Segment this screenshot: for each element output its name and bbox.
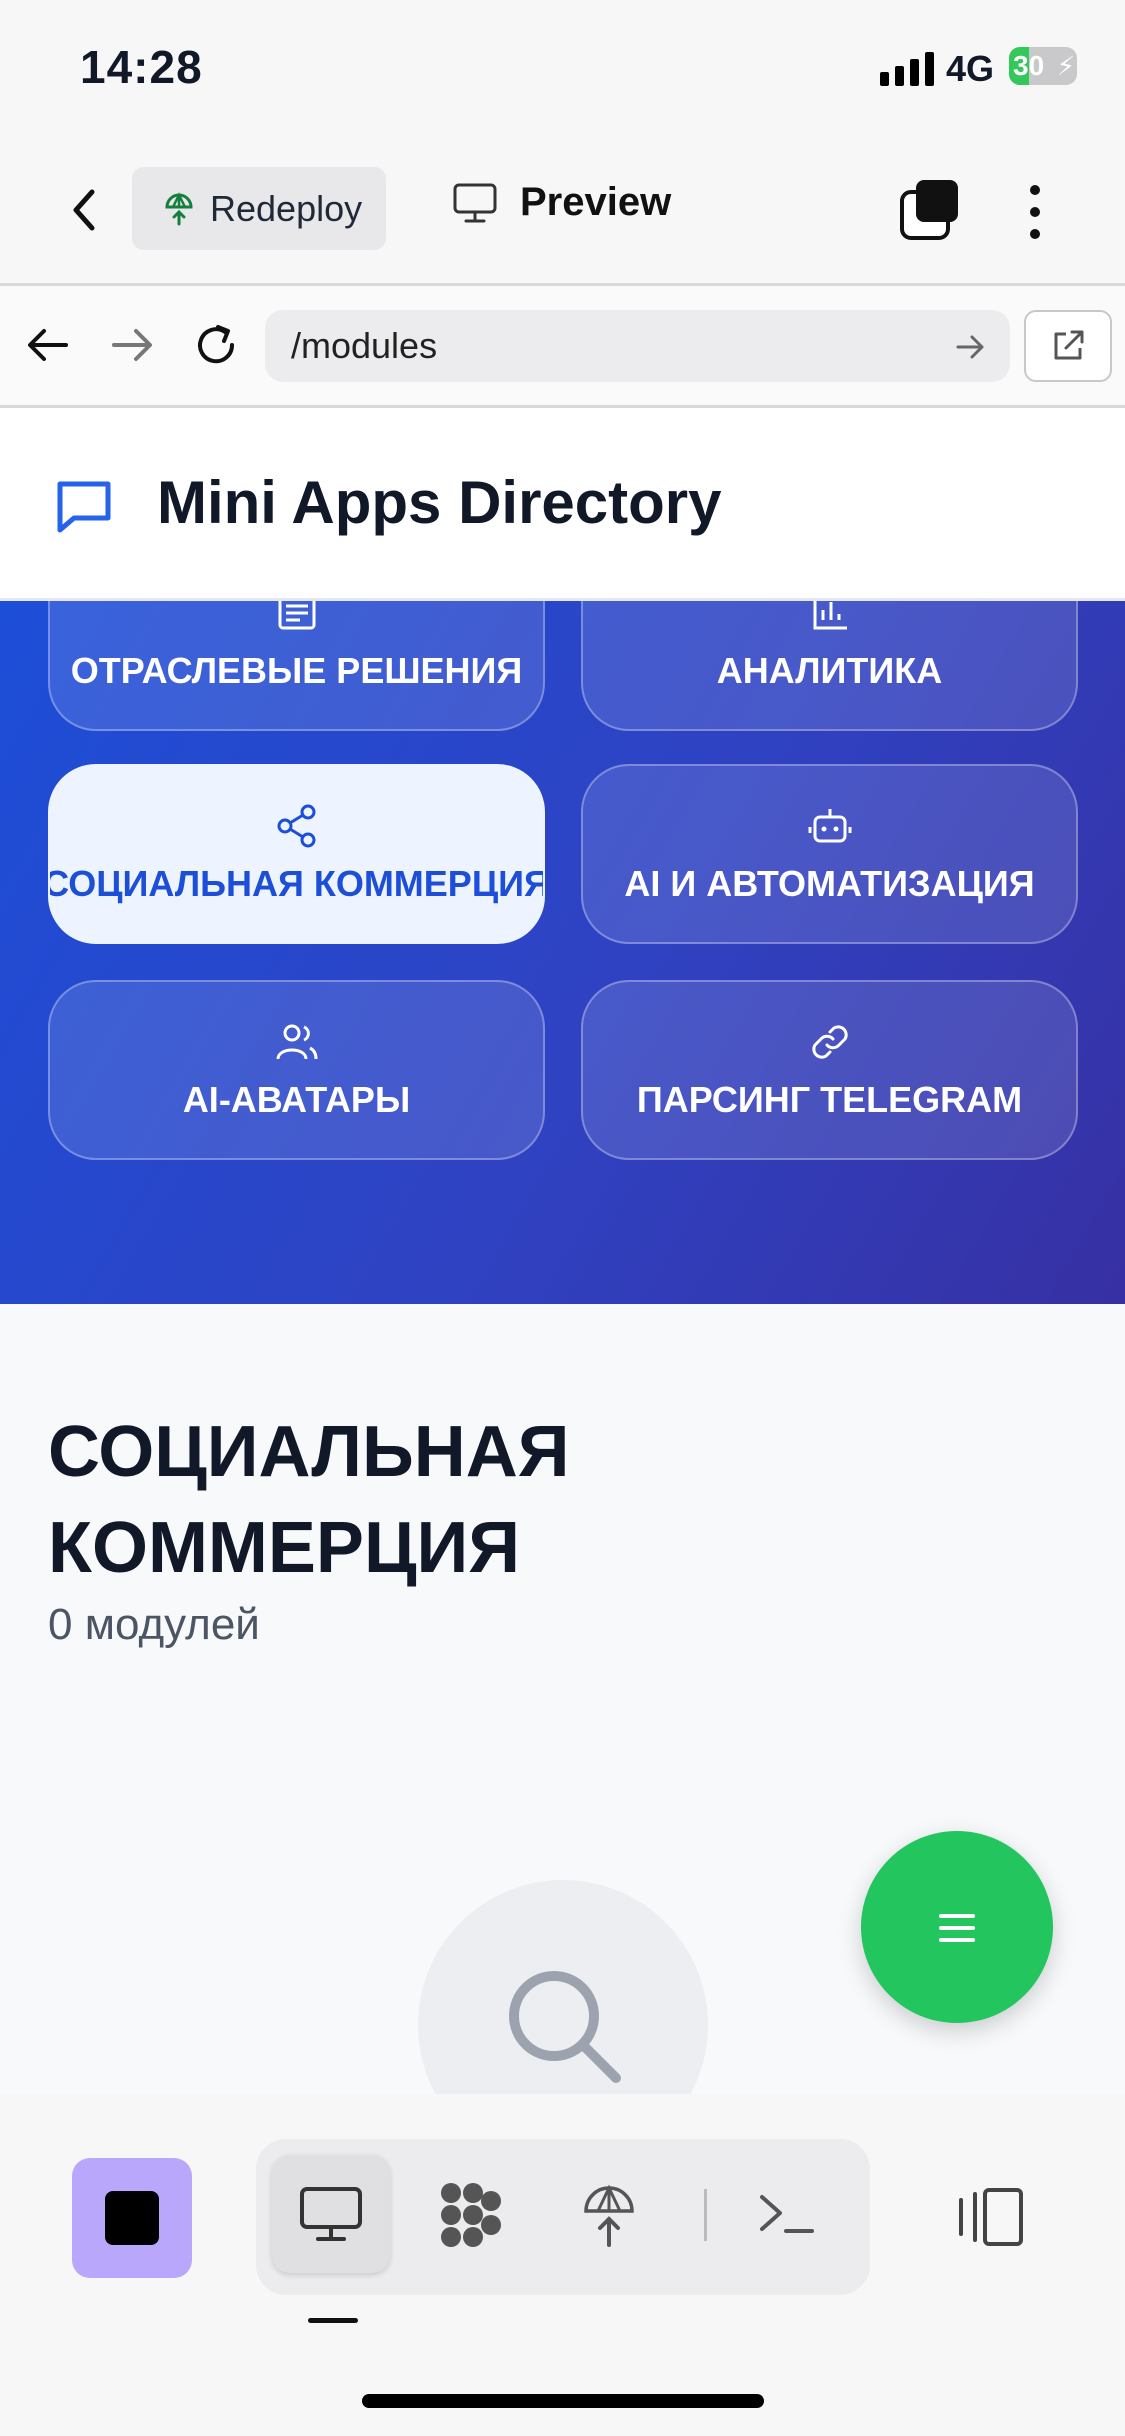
deploy-view-tab[interactable] bbox=[550, 2155, 668, 2273]
app-toolbar: Redeploy Preview bbox=[0, 140, 1125, 286]
view-switcher bbox=[256, 2139, 870, 2295]
deploy-icon bbox=[584, 2184, 634, 2247]
nodes-icon bbox=[441, 2183, 501, 2247]
url-text: /modules bbox=[291, 325, 438, 366]
section-title: СОЦИАЛЬНАЯ КОММЕРЦИЯ bbox=[48, 1404, 569, 1596]
category-analytics[interactable]: АНАЛИТИКА bbox=[581, 601, 1078, 731]
category-telegram-parsing[interactable]: ПАРСИНГ TELEGRAM bbox=[581, 980, 1078, 1160]
bar-chart-icon bbox=[813, 601, 847, 630]
split-view-icon[interactable] bbox=[955, 2186, 1027, 2248]
site-header: Mini Apps Directory bbox=[0, 408, 1125, 601]
search-icon bbox=[509, 1971, 621, 2083]
menu-fab-button[interactable] bbox=[861, 1831, 1053, 2023]
preview-label: Preview bbox=[520, 180, 672, 224]
signal-icon bbox=[880, 52, 934, 86]
browser-forward-icon[interactable] bbox=[106, 319, 158, 371]
status-time: 14:28 bbox=[80, 41, 203, 93]
terminal-view-tab[interactable] bbox=[728, 2155, 846, 2273]
hamburger-icon bbox=[939, 1914, 975, 1950]
newspaper-icon bbox=[278, 601, 315, 630]
go-arrow-icon[interactable] bbox=[954, 330, 988, 364]
reload-icon[interactable] bbox=[190, 319, 242, 371]
switcher-divider bbox=[704, 2189, 707, 2241]
monitor-icon bbox=[300, 2187, 362, 2241]
preview-view-tab[interactable] bbox=[272, 2155, 390, 2273]
address-bar: /modules bbox=[0, 286, 1125, 408]
section-title-line1: СОЦИАЛЬНАЯ bbox=[48, 1412, 570, 1492]
stop-icon bbox=[105, 2191, 159, 2245]
workflow-view-tab[interactable] bbox=[411, 2155, 529, 2273]
category-hero: ОТРАСЛЕВЫЕ РЕШЕНИЯ АНАЛИТИКА СОЦИАЛЬНАЯ … bbox=[0, 601, 1125, 1304]
home-indicator bbox=[362, 2394, 764, 2408]
category-label: AI И АВТОМАТИЗАЦИЯ bbox=[624, 863, 1035, 904]
module-count: 0 модулей bbox=[48, 1600, 260, 1649]
charging-icon: ⚡ bbox=[1056, 51, 1075, 81]
preview-button[interactable]: Preview bbox=[452, 180, 671, 225]
redeploy-button[interactable]: Redeploy bbox=[132, 167, 386, 250]
redeploy-label: Redeploy bbox=[210, 187, 363, 229]
terminal-icon bbox=[760, 2195, 814, 2233]
category-ai-automation[interactable]: AI И АВТОМАТИЗАЦИЯ bbox=[581, 764, 1078, 944]
url-field[interactable]: /modules bbox=[265, 310, 1010, 382]
category-label: ОТРАСЛЕВЫЕ РЕШЕНИЯ bbox=[70, 650, 523, 691]
section-title-line2: КОММЕРЦИЯ bbox=[48, 1508, 521, 1588]
chat-bubble-icon bbox=[57, 481, 111, 533]
users-icon bbox=[276, 1024, 317, 1060]
share-icon bbox=[277, 804, 315, 848]
monitor-icon bbox=[453, 183, 497, 222]
category-social-commerce[interactable]: СОЦИАЛЬНАЯ КОММЕРЦИЯ bbox=[48, 764, 545, 944]
stop-button[interactable] bbox=[72, 2158, 192, 2278]
category-industry-solutions[interactable]: ОТРАСЛЕВЫЕ РЕШЕНИЯ bbox=[48, 601, 545, 731]
battery-level: 30 bbox=[1013, 50, 1045, 81]
status-bar: 14:28 4G 30 ⚡ bbox=[0, 0, 1125, 140]
browser-back-icon[interactable] bbox=[22, 319, 74, 371]
category-label: АНАЛИТИКА bbox=[716, 650, 943, 691]
robot-icon bbox=[808, 809, 851, 843]
open-external-button[interactable] bbox=[1024, 310, 1112, 382]
back-icon[interactable] bbox=[60, 180, 110, 240]
battery-icon: 30 ⚡ bbox=[1009, 47, 1077, 85]
more-options-icon[interactable] bbox=[1015, 180, 1055, 244]
external-link-icon bbox=[1054, 330, 1084, 360]
category-label: ПАРСИНГ TELEGRAM bbox=[636, 1079, 1023, 1120]
link-icon bbox=[811, 1025, 848, 1059]
category-label: AI-АВАТАРЫ bbox=[182, 1079, 411, 1120]
site-title: Mini Apps Directory bbox=[157, 469, 722, 536]
category-ai-avatars[interactable]: AI-АВАТАРЫ bbox=[48, 980, 545, 1160]
bottom-toolbar bbox=[0, 2094, 1125, 2436]
network-type: 4G bbox=[946, 48, 995, 89]
active-tab-indicator bbox=[308, 2318, 358, 2323]
category-label: СОЦИАЛЬНАЯ КОММЕРЦИЯ bbox=[48, 863, 545, 904]
tabs-icon[interactable] bbox=[898, 178, 962, 242]
redeploy-icon bbox=[165, 191, 193, 225]
